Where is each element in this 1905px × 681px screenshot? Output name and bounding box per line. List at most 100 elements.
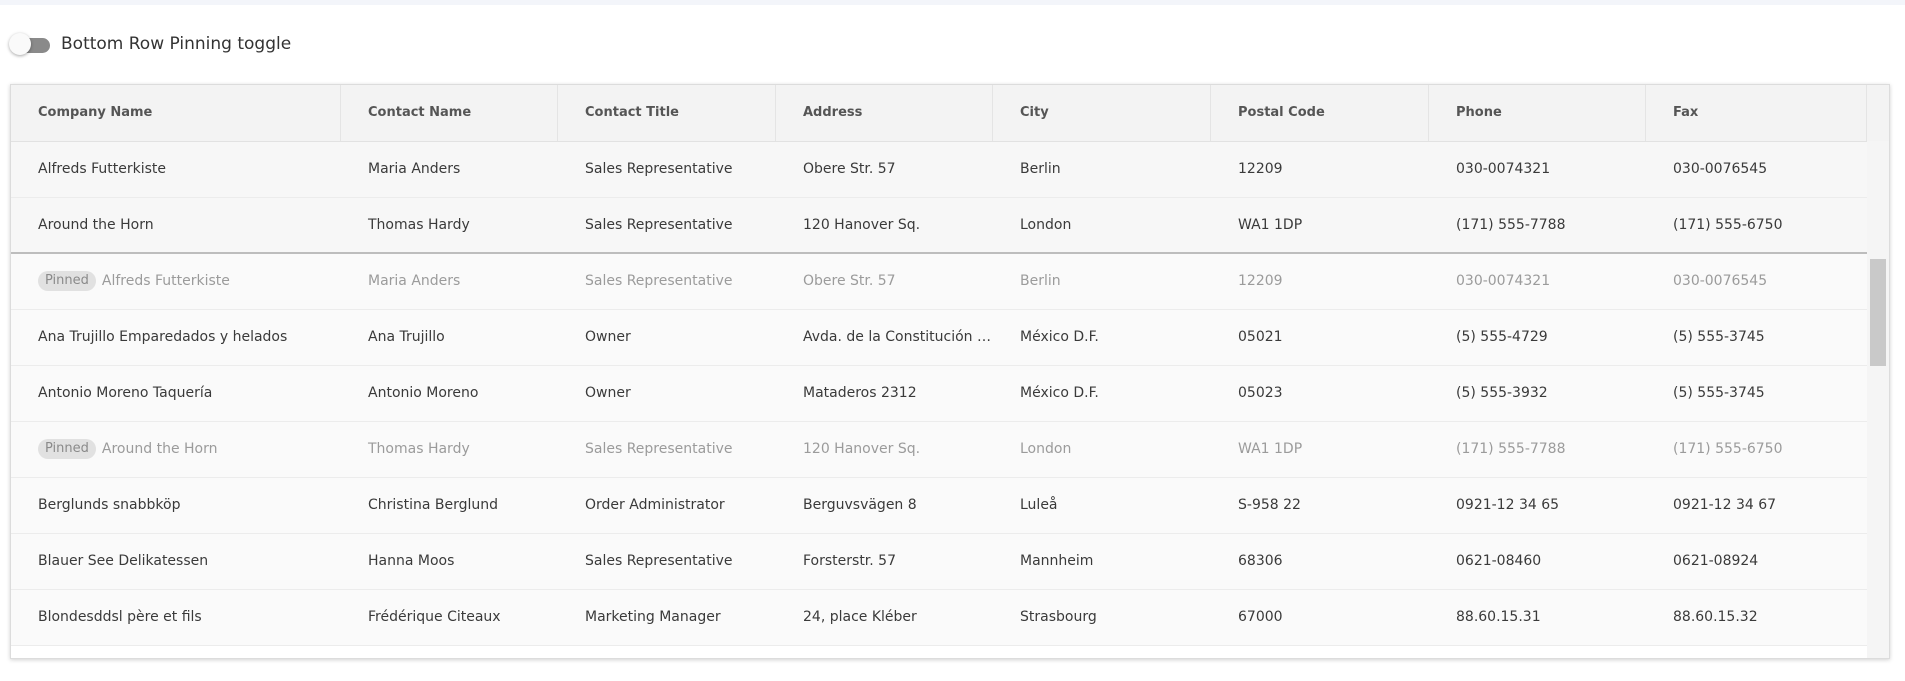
table-cell[interactable]: Luleå	[993, 478, 1211, 533]
table-cell[interactable]: 0921-12 34 67	[1646, 478, 1867, 533]
table-cell[interactable]: Maria Anders	[341, 142, 558, 197]
table-cell[interactable]: Christina Berglund	[341, 478, 558, 533]
header-city[interactable]: City	[993, 85, 1211, 141]
table-cell[interactable]: WA1 1DP	[1211, 198, 1429, 253]
table-row[interactable]: Blondesddsl père et fils Frédérique Citea…	[11, 590, 1867, 646]
table-cell[interactable]: Ana Trujillo Emparedados y helados	[11, 310, 341, 365]
table-cell[interactable]: Around the Horn	[11, 198, 341, 253]
table-cell[interactable]: Pinned Around the Horn	[11, 422, 341, 477]
switch-thumb[interactable]	[9, 33, 31, 55]
table-cell[interactable]: Obere Str. 57	[776, 254, 993, 309]
table-cell[interactable]: Mataderos 2312	[776, 366, 993, 421]
table-row[interactable]: Blauer See Delikatessen Hanna Moos Sales R…	[11, 534, 1867, 590]
table-cell[interactable]: Owner	[558, 366, 776, 421]
table-cell[interactable]: 120 Hanover Sq.	[776, 422, 993, 477]
table-cell[interactable]: 030-0076545	[1646, 142, 1867, 197]
table-cell[interactable]: 05023	[1211, 366, 1429, 421]
table-cell[interactable]: Marketing Manager	[558, 590, 776, 645]
table-cell[interactable]: 12209	[1211, 142, 1429, 197]
table-cell[interactable]: Antonio Moreno	[341, 366, 558, 421]
table-cell[interactable]: (5) 555-3745	[1646, 366, 1867, 421]
header-fax[interactable]: Fax	[1646, 85, 1867, 141]
data-grid: Company Name Contact Name Contact Title …	[10, 84, 1890, 659]
table-cell[interactable]: 0621-08924	[1646, 534, 1867, 589]
table-row[interactable]: Berglunds snabbköp Christina Berglund Orde…	[11, 478, 1867, 534]
table-cell[interactable]: Berglunds snabbköp	[11, 478, 341, 533]
table-cell[interactable]: Mannheim	[993, 534, 1211, 589]
pinned-table-row[interactable]: Around the Horn Thomas Hardy Sales Represe…	[11, 198, 1867, 254]
table-cell[interactable]: Strasbourg	[993, 590, 1211, 645]
table-cell[interactable]: Maria Anders	[341, 254, 558, 309]
table-cell[interactable]: Thomas Hardy	[341, 198, 558, 253]
table-cell[interactable]: México D.F.	[993, 310, 1211, 365]
table-cell[interactable]: Hanna Moos	[341, 534, 558, 589]
table-cell[interactable]: London	[993, 198, 1211, 253]
table-cell[interactable]: (5) 555-4729	[1429, 310, 1646, 365]
table-cell[interactable]: Order Administrator	[558, 478, 776, 533]
pinned-table-row[interactable]: Alfreds Futterkiste Maria Anders Sales Rep…	[11, 142, 1867, 198]
vertical-scrollbar[interactable]	[1867, 141, 1889, 658]
pinned-placeholder-row[interactable]: Pinned Around the Horn Thomas Hardy Sales R…	[11, 422, 1867, 478]
table-cell[interactable]: Forsterstr. 57	[776, 534, 993, 589]
table-cell[interactable]: 0621-08460	[1429, 534, 1646, 589]
table-cell[interactable]: London	[993, 422, 1211, 477]
table-cell[interactable]: Sales Representative	[558, 422, 776, 477]
table-cell[interactable]: (5) 555-3932	[1429, 366, 1646, 421]
table-cell[interactable]: Antonio Moreno Taquería	[11, 366, 341, 421]
table-cell[interactable]: Berlin	[993, 254, 1211, 309]
table-cell[interactable]: Pinned Alfreds Futterkiste	[11, 254, 341, 309]
table-cell[interactable]: Alfreds Futterkiste	[11, 142, 341, 197]
table-cell[interactable]: Sales Representative	[558, 198, 776, 253]
table-cell[interactable]: 030-0074321	[1429, 142, 1646, 197]
header-address[interactable]: Address	[776, 85, 993, 141]
table-cell[interactable]: Ana Trujillo	[341, 310, 558, 365]
table-cell[interactable]: 68306	[1211, 534, 1429, 589]
table-cell[interactable]: 88.60.15.32	[1646, 590, 1867, 645]
table-cell[interactable]: 67000	[1211, 590, 1429, 645]
bottom-row-pinning-switch[interactable]	[9, 31, 51, 57]
table-cell[interactable]: Owner	[558, 310, 776, 365]
table-cell[interactable]: S-958 22	[1211, 478, 1429, 533]
table-cell[interactable]: 24, place Kléber	[776, 590, 993, 645]
table-cell[interactable]: (171) 555-7788	[1429, 198, 1646, 253]
scrollbar-thumb[interactable]	[1870, 259, 1886, 366]
pinned-badge: Pinned	[38, 439, 96, 459]
table-cell[interactable]: (171) 555-6750	[1646, 198, 1867, 253]
table-cell[interactable]: Sales Representative	[558, 142, 776, 197]
header-corner	[1867, 85, 1889, 142]
pinned-placeholder-row[interactable]: Pinned Alfreds Futterkiste Maria Anders Sal…	[11, 254, 1867, 310]
table-cell[interactable]: Sales Representative	[558, 254, 776, 309]
table-cell[interactable]: 05021	[1211, 310, 1429, 365]
header-postal-code[interactable]: Postal Code	[1211, 85, 1429, 141]
table-cell[interactable]: WA1 1DP	[1211, 422, 1429, 477]
header-company-name[interactable]: Company Name	[11, 85, 341, 141]
table-cell[interactable]: 030-0074321	[1429, 254, 1646, 309]
table-cell[interactable]: Berlin	[993, 142, 1211, 197]
table-cell[interactable]: 0921-12 34 65	[1429, 478, 1646, 533]
pinned-badge: Pinned	[38, 271, 96, 291]
table-cell[interactable]: México D.F.	[993, 366, 1211, 421]
table-cell[interactable]: Berguvsvägen 8	[776, 478, 993, 533]
table-cell[interactable]: (171) 555-7788	[1429, 422, 1646, 477]
table-cell[interactable]: Frédérique Citeaux	[341, 590, 558, 645]
table-cell[interactable]: 030-0076545	[1646, 254, 1867, 309]
table-row[interactable]: Ana Trujillo Emparedados y helados Ana Tr…	[11, 310, 1867, 366]
header-phone[interactable]: Phone	[1429, 85, 1646, 141]
table-cell[interactable]: 88.60.15.31	[1429, 590, 1646, 645]
table-cell[interactable]: Blauer See Delikatessen	[11, 534, 341, 589]
table-cell[interactable]: Avda. de la Constitución 2222	[776, 310, 993, 365]
table-cell[interactable]: Sales Representative	[558, 534, 776, 589]
table-cell[interactable]: (5) 555-3745	[1646, 310, 1867, 365]
header-contact-name[interactable]: Contact Name	[341, 85, 558, 141]
header-contact-title[interactable]: Contact Title	[558, 85, 776, 141]
cell-text: Around the Horn	[101, 441, 218, 457]
table-row[interactable]: Antonio Moreno Taquería Antonio Moreno Own…	[11, 366, 1867, 422]
bottom-row-pinning-control: Bottom Row Pinning toggle	[9, 31, 291, 57]
table-cell[interactable]: Thomas Hardy	[341, 422, 558, 477]
table-cell[interactable]: 120 Hanover Sq.	[776, 198, 993, 253]
table-cell[interactable]: 12209	[1211, 254, 1429, 309]
table-cell[interactable]: Obere Str. 57	[776, 142, 993, 197]
grid-body: Alfreds Futterkiste Maria Anders Sales Rep…	[11, 142, 1867, 646]
table-cell[interactable]: Blondesddsl père et fils	[11, 590, 341, 645]
table-cell[interactable]: (171) 555-6750	[1646, 422, 1867, 477]
